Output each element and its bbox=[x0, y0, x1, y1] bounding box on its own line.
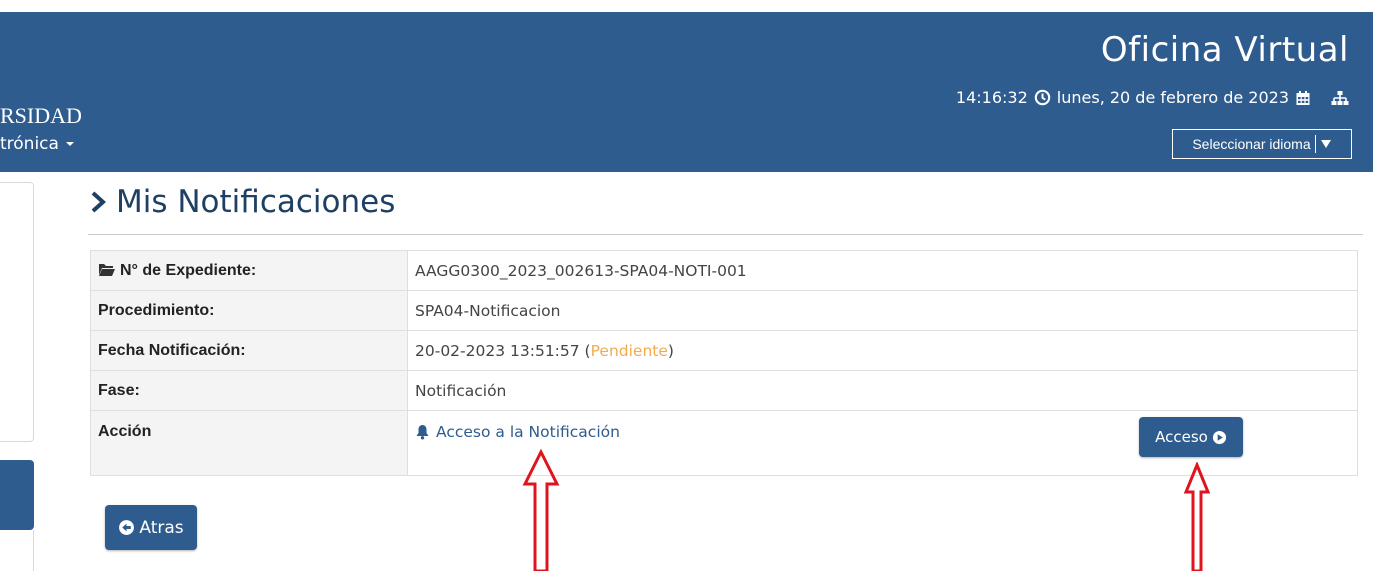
datetime-bar: 14:16:32 lunes, 20 de febrero de 2023 bbox=[956, 88, 1349, 107]
sidebar-panel bbox=[0, 182, 34, 442]
page-title: Mis Notificaciones bbox=[90, 184, 395, 220]
sidebar-active-item[interactable] bbox=[0, 460, 34, 530]
header-bar: RSIDAD MERÍA Oficina Virtual 14:16:32 lu… bbox=[0, 12, 1373, 200]
current-date: lunes, 20 de febrero de 2023 bbox=[1056, 88, 1289, 107]
app-title: Oficina Virtual bbox=[1100, 30, 1349, 70]
row-label: Fecha Notificación: bbox=[90, 330, 408, 371]
notification-access-link[interactable]: Acceso a la Notificación bbox=[415, 423, 620, 441]
row-label: N° de Expediente: bbox=[90, 250, 408, 291]
sitemap-icon[interactable] bbox=[1331, 90, 1349, 106]
row-label: Acción bbox=[90, 410, 408, 476]
page-title-text: Mis Notificaciones bbox=[116, 184, 396, 220]
fase-value: Notificación bbox=[407, 370, 1358, 411]
access-button[interactable]: Acceso bbox=[1139, 417, 1243, 457]
select-arrow-icon bbox=[1320, 139, 1332, 149]
fecha-text: 20-02-2023 13:51:57 bbox=[415, 341, 580, 360]
back-button-label: Atras bbox=[139, 517, 184, 538]
language-select-label: Seleccionar idioma bbox=[1192, 136, 1311, 152]
header-top-border bbox=[0, 8, 1373, 12]
notification-access-link-text: Acceso a la Notificación bbox=[436, 423, 620, 441]
arrow-left-circle-icon bbox=[118, 519, 135, 536]
sidebar-border bbox=[33, 530, 34, 571]
folder-open-icon bbox=[98, 262, 116, 277]
procedimiento-value: SPA04-Notificacion bbox=[407, 290, 1358, 331]
row-label: Procedimiento: bbox=[90, 290, 408, 331]
status-badge: Pendiente bbox=[590, 341, 668, 360]
logo-line-1: RSIDAD bbox=[0, 103, 82, 128]
clock-icon bbox=[1034, 89, 1051, 106]
annotation-arrow-up-link bbox=[522, 448, 560, 571]
table-row: N° de Expediente: AAGG0300_2023_002613-S… bbox=[90, 250, 1358, 291]
clock-time: 14:16:32 bbox=[955, 88, 1028, 107]
expediente-value: AAGG0300_2023_002613-SPA04-NOTI-001 bbox=[407, 250, 1358, 291]
caret-down-icon bbox=[65, 140, 75, 148]
access-button-label: Acceso bbox=[1155, 428, 1208, 446]
language-select[interactable]: Seleccionar idioma bbox=[1172, 129, 1352, 159]
select-divider bbox=[1314, 135, 1316, 153]
fecha-value: 20-02-2023 13:51:57 (Pendiente) bbox=[407, 330, 1358, 371]
chevron-right-icon bbox=[90, 190, 108, 214]
table-row: Procedimiento: SPA04-Notificacion bbox=[90, 290, 1358, 331]
annotation-arrow-up-button bbox=[1183, 462, 1211, 571]
title-divider bbox=[88, 234, 1363, 235]
bell-icon bbox=[415, 424, 430, 440]
calendar-icon bbox=[1295, 90, 1311, 106]
row-label: Fase: bbox=[90, 370, 408, 411]
nav-menu-dropdown[interactable]: trónica bbox=[0, 134, 75, 154]
play-circle-icon bbox=[1212, 430, 1227, 445]
nav-menu-label: trónica bbox=[0, 134, 59, 154]
label-text: N° de Expediente: bbox=[120, 261, 257, 279]
table-row: Fecha Notificación: 20-02-2023 13:51:57 … bbox=[90, 330, 1358, 371]
back-button[interactable]: Atras bbox=[105, 505, 197, 550]
table-row: Fase: Notificación bbox=[90, 370, 1358, 411]
